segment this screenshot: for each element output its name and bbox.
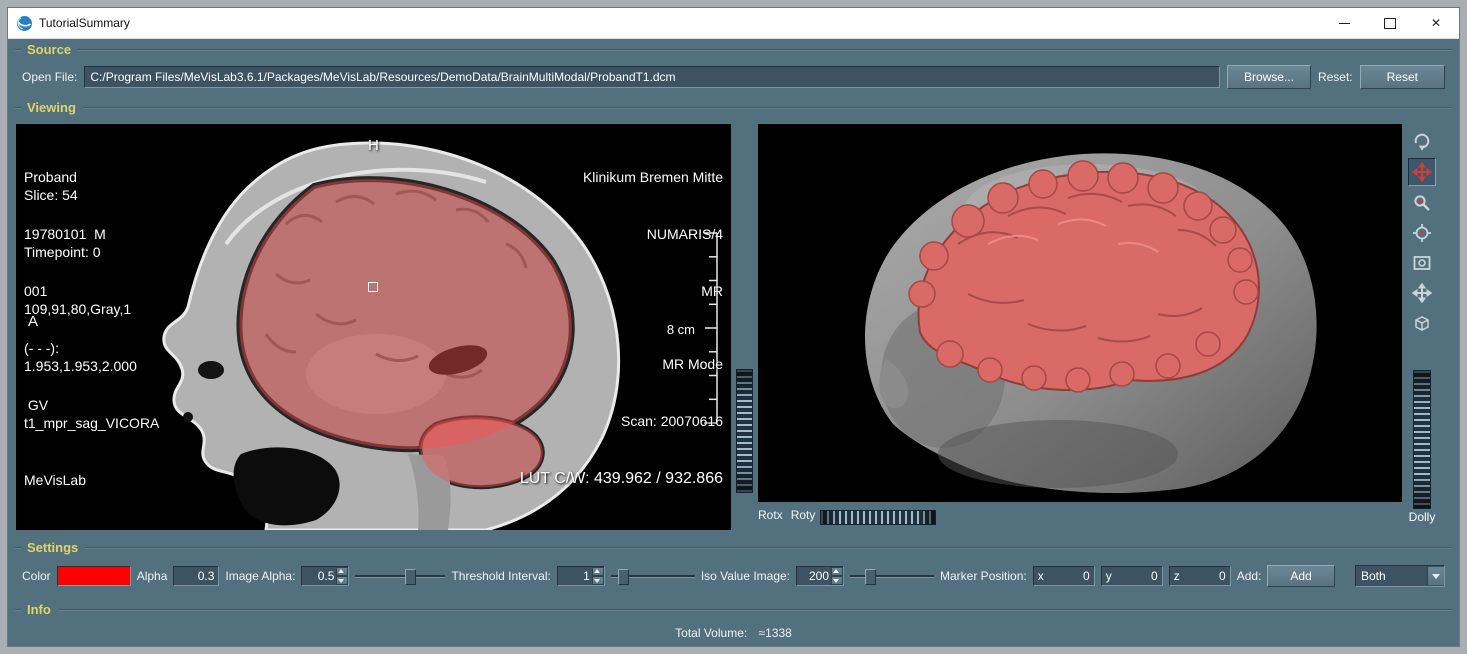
iso-value-slider[interactable]: [850, 568, 934, 584]
maximize-icon: [1384, 18, 1396, 29]
mode-select[interactable]: Both: [1355, 565, 1445, 587]
spin-down-icon[interactable]: [336, 576, 348, 585]
dolly-thumbwheel[interactable]: [1413, 370, 1431, 509]
open-file-input[interactable]: C:/Program Files/MeVisLab3.6.1/Packages/…: [84, 66, 1220, 88]
pan-icon: [1412, 162, 1432, 182]
open-file-label: Open File:: [22, 70, 77, 84]
spin-up-icon[interactable]: [592, 567, 604, 576]
pan-button[interactable]: [1408, 158, 1436, 186]
slider-handle[interactable]: [865, 569, 876, 585]
marker-z-field[interactable]: z0: [1169, 566, 1231, 586]
threshold-label: Threshold Interval:: [451, 569, 550, 583]
threshold-spinbox[interactable]: 1: [557, 566, 605, 586]
info-group: Info Total Volume: ≈1338: [14, 601, 1453, 645]
rotx-label: Rotx: [758, 508, 783, 522]
alpha-field[interactable]: 0.3: [173, 566, 219, 586]
translate-icon: [1412, 283, 1432, 303]
marker-y-field[interactable]: y0: [1101, 566, 1163, 586]
color-swatch[interactable]: [57, 566, 131, 586]
orbit-icon: [1412, 131, 1432, 151]
viewing-group-title: Viewing: [27, 100, 76, 115]
scan-mode-overlay: MR Mode Scan: 20070616 LUT C/W: 439.962 …: [520, 317, 723, 526]
total-volume-row: Total Volume: ≈1338: [14, 618, 1453, 640]
cube-button[interactable]: [1409, 310, 1435, 336]
orientation-h-label: H: [368, 136, 379, 155]
source-group: Source Open File: C:/Program Files/MeVis…: [14, 41, 1453, 97]
cube-icon: [1412, 313, 1432, 333]
lut-overlay: LUT C/W: 439.962 / 932.866: [520, 469, 723, 488]
seek-icon: [1412, 223, 1432, 243]
color-label: Color: [22, 569, 51, 583]
reset-label: Reset:: [1318, 70, 1353, 84]
chevron-down-icon[interactable]: [1427, 567, 1444, 585]
roty-label: Roty: [791, 508, 816, 522]
window-title: TutorialSummary: [39, 16, 130, 30]
info-group-title: Info: [27, 602, 51, 617]
spin-down-icon[interactable]: [831, 576, 843, 585]
reset-button[interactable]: Reset: [1360, 65, 1445, 89]
slice-cursor-marker: [368, 282, 378, 292]
translate-button[interactable]: [1409, 280, 1435, 306]
app-window: TutorialSummary ✕ Source Open File: C:/P…: [7, 7, 1460, 647]
viewer-toolbar: [1408, 128, 1436, 336]
image-alpha-slider[interactable]: [355, 568, 445, 584]
close-button[interactable]: ✕: [1413, 8, 1459, 38]
total-volume-value: ≈1338: [759, 626, 792, 640]
image-alpha-spinbox[interactable]: 0.5: [301, 566, 349, 586]
alpha-label: Alpha: [137, 569, 168, 583]
spin-down-icon[interactable]: [592, 576, 604, 585]
spin-up-icon[interactable]: [336, 567, 348, 576]
slice-thumbwheel[interactable]: [736, 369, 753, 493]
threshold-slider[interactable]: [611, 568, 695, 584]
minimize-button[interactable]: [1321, 8, 1367, 38]
marker-position-label: Marker Position:: [940, 569, 1027, 583]
slider-handle[interactable]: [618, 569, 629, 585]
maximize-button[interactable]: [1367, 8, 1413, 38]
view-all-icon: [1412, 253, 1432, 273]
rotation-wheel-labels: Rotx Roty: [758, 508, 815, 522]
add-button[interactable]: Add: [1267, 565, 1334, 587]
zoom-icon: [1412, 193, 1432, 213]
zoom-button[interactable]: [1409, 190, 1435, 216]
view-all-button[interactable]: [1409, 250, 1435, 276]
rotation-thumbwheel[interactable]: [820, 510, 936, 525]
slice-viewer-2d[interactable]: Proband 19780101 M 001 (- - -): GV A H K…: [16, 124, 731, 530]
seek-button[interactable]: [1409, 220, 1435, 246]
orbit-button[interactable]: [1409, 128, 1435, 154]
spin-up-icon[interactable]: [831, 567, 843, 576]
render-viewer-3d[interactable]: [758, 124, 1402, 502]
source-group-title: Source: [27, 42, 71, 57]
app-icon: [16, 15, 33, 32]
total-volume-label: Total Volume:: [675, 626, 747, 640]
image-alpha-label: Image Alpha:: [225, 569, 295, 583]
settings-group: Settings Color Alpha 0.3 Image Alpha: 0.…: [14, 539, 1453, 599]
marker-x-field[interactable]: x0: [1033, 566, 1095, 586]
close-icon: ✕: [1431, 16, 1441, 30]
iso-value-label: Iso Value Image:: [701, 569, 790, 583]
slice-status-overlay: Slice: 54 Timepoint: 0 109,91,80,Gray,1 …: [24, 148, 159, 528]
browse-button[interactable]: Browse...: [1227, 65, 1311, 89]
titlebar: TutorialSummary ✕: [8, 8, 1459, 39]
iso-value-spinbox[interactable]: 200: [796, 566, 844, 586]
viewing-group: Viewing: [14, 99, 1453, 537]
head-3d-render: [758, 124, 1402, 502]
dolly-label: Dolly: [1402, 510, 1442, 524]
minimize-icon: [1339, 23, 1350, 24]
settings-group-title: Settings: [27, 540, 78, 555]
add-label: Add:: [1237, 569, 1262, 583]
slider-handle[interactable]: [405, 569, 416, 585]
